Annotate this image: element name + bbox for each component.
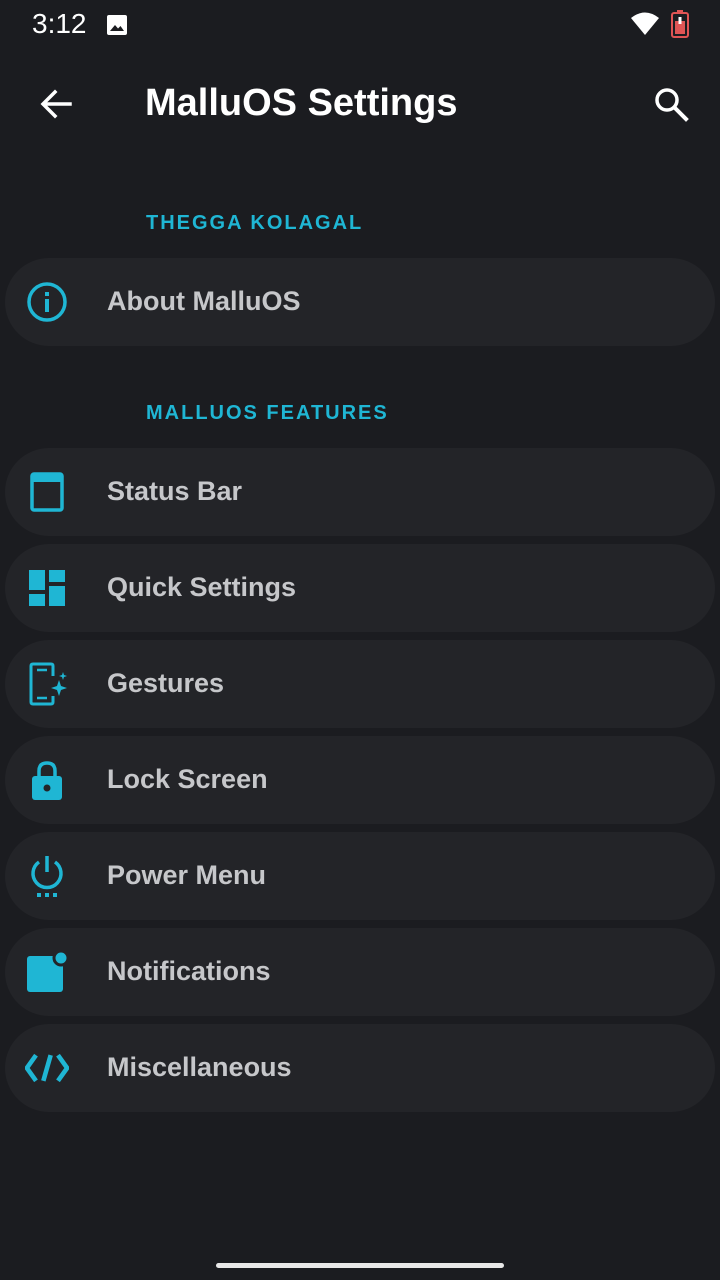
- status-time: 3:12: [32, 8, 87, 39]
- settings-item-label: About MalluOS: [107, 286, 301, 316]
- info-icon: [25, 280, 69, 324]
- image-icon: [105, 13, 129, 37]
- back-button[interactable]: [28, 78, 84, 134]
- code-icon: [25, 1046, 69, 1090]
- status-bar-icon: [25, 470, 69, 514]
- settings-item-label: Lock Screen: [107, 764, 268, 794]
- settings-item-power-menu[interactable]: Power Menu: [5, 832, 715, 920]
- settings-item-about[interactable]: About MalluOS: [5, 258, 715, 346]
- settings-item-quick-settings[interactable]: Quick Settings: [5, 544, 715, 632]
- gesture-nav-handle[interactable]: [216, 1263, 504, 1268]
- settings-item-miscellaneous[interactable]: Miscellaneous: [5, 1024, 715, 1112]
- settings-screen: 3:12 MalluOS Settings THEGGA KOLAGAL Abo…: [0, 0, 720, 1280]
- search-button[interactable]: [642, 78, 700, 134]
- dashboard-icon: [25, 566, 69, 610]
- lock-icon: [25, 758, 69, 802]
- power-icon: [25, 854, 69, 898]
- settings-item-label: Notifications: [107, 956, 271, 986]
- status-bar: 3:12: [0, 0, 720, 50]
- settings-item-label: Power Menu: [107, 860, 267, 890]
- page-title: MalluOS Settings: [145, 82, 458, 124]
- settings-item-lock-screen[interactable]: Lock Screen: [5, 736, 715, 824]
- battery-icon: [671, 10, 689, 38]
- section-header-thegga-kolagal: THEGGA KOLAGAL: [146, 212, 364, 234]
- settings-item-label: Quick Settings: [107, 572, 297, 602]
- search-icon: [653, 86, 689, 127]
- app-toolbar: MalluOS Settings: [0, 60, 720, 152]
- arrow-back-icon: [38, 86, 74, 127]
- settings-item-label: Miscellaneous: [107, 1052, 292, 1082]
- settings-item-gestures[interactable]: Gestures: [5, 640, 715, 728]
- settings-item-notifications[interactable]: Notifications: [5, 928, 715, 1016]
- wifi-icon: [630, 11, 660, 37]
- settings-item-label: Status Bar: [107, 476, 243, 506]
- settings-item-label: Gestures: [107, 668, 225, 698]
- section-header-malluos-features: MALLUOS FEATURES: [146, 402, 389, 424]
- settings-item-status-bar[interactable]: Status Bar: [5, 448, 715, 536]
- notification-dot-icon: [25, 950, 69, 994]
- phone-gesture-icon: [25, 662, 69, 706]
